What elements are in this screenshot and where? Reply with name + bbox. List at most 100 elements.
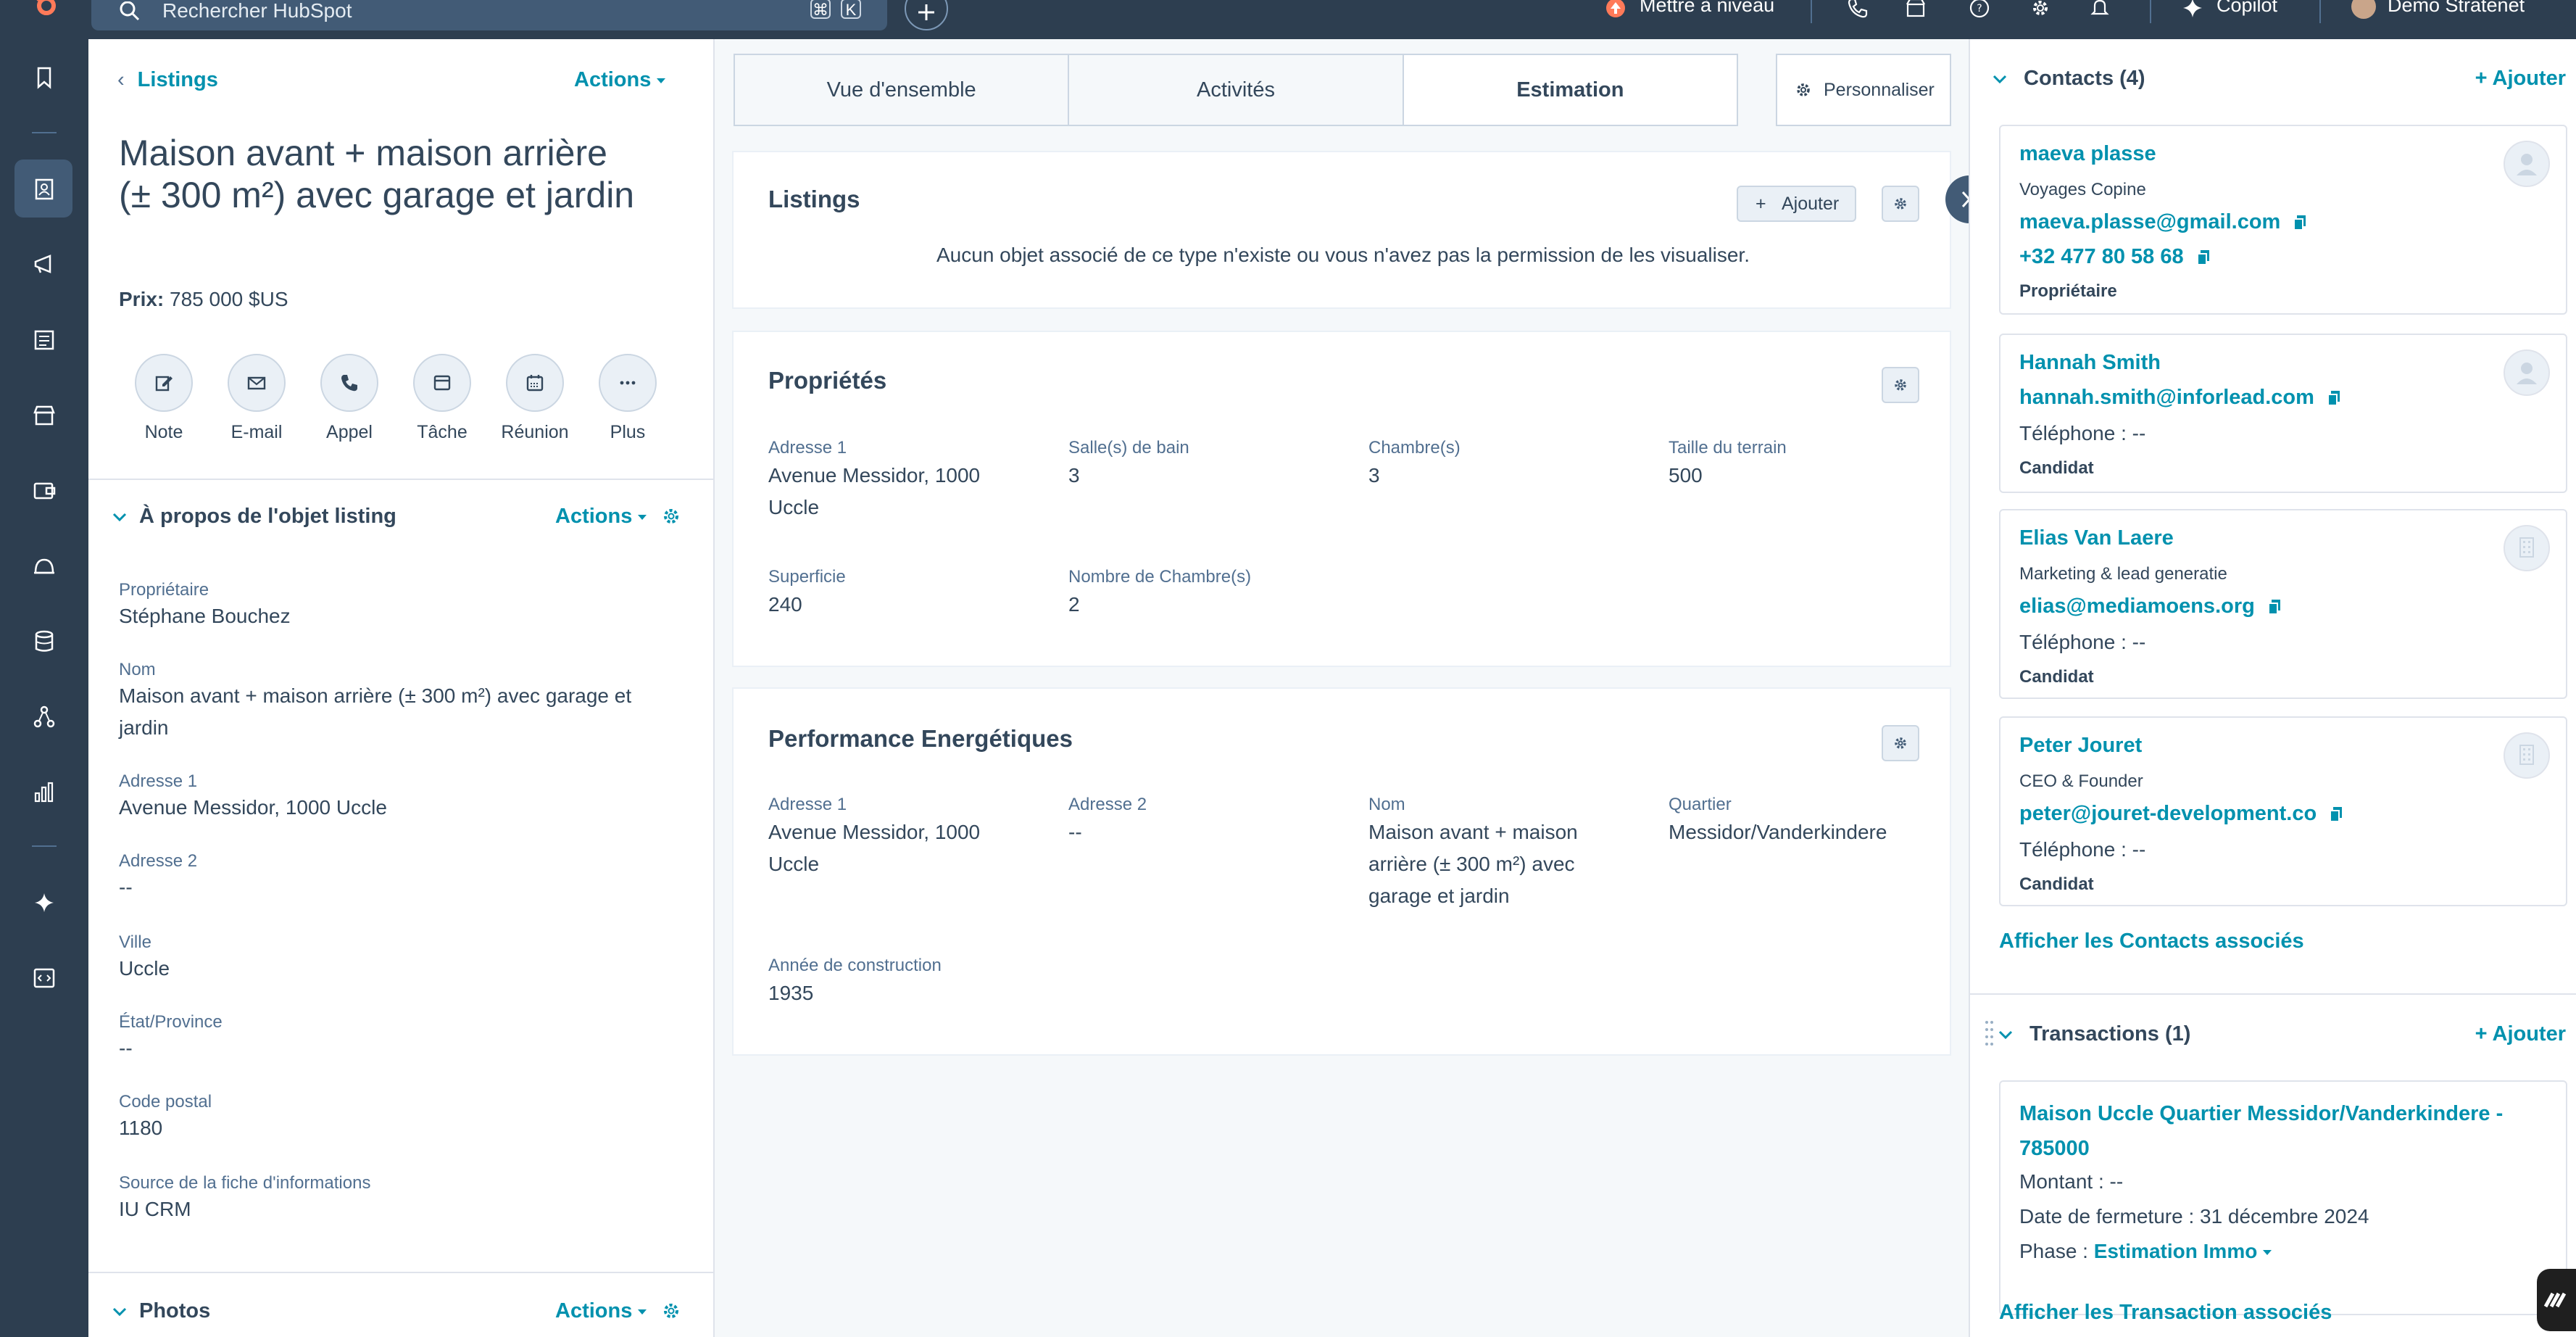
tab-overview[interactable]: Vue d'ensemble bbox=[735, 55, 1070, 125]
contact-name-link[interactable]: Elias Van Laere bbox=[2019, 526, 2174, 550]
contact-card[interactable]: Peter Jouret CEO & Founder peter@jouret-… bbox=[1999, 716, 2567, 906]
contacts-crm-icon[interactable] bbox=[29, 174, 59, 204]
copy-icon[interactable] bbox=[2196, 249, 2210, 266]
field-name-value[interactable]: Maison avant + maison arrière (± 300 m²)… bbox=[1368, 816, 1615, 912]
top-navigation-bar: ⌘ K Mettre à niveau ? Copilot Demo Strat… bbox=[0, 0, 2576, 39]
copy-icon[interactable] bbox=[2327, 390, 2340, 407]
photos-settings-gear-icon[interactable] bbox=[661, 1301, 681, 1321]
field-address1-value[interactable]: Avenue Messidor, 1000 Uccle bbox=[768, 460, 1015, 523]
meeting-action-button[interactable]: Réunion bbox=[491, 354, 578, 443]
tab-estimation[interactable]: Estimation bbox=[1403, 55, 1737, 125]
marketplace-icon[interactable] bbox=[1905, 0, 1927, 19]
field-area-value[interactable]: 240 bbox=[768, 589, 802, 621]
phone-icon[interactable] bbox=[1847, 0, 1869, 19]
customize-tabs-button[interactable]: Personnaliser bbox=[1776, 54, 1951, 126]
caret-down-icon bbox=[2263, 1250, 2272, 1256]
add-deal-button[interactable]: + Ajouter bbox=[2475, 1022, 2566, 1046]
record-actions-dropdown[interactable]: Actions bbox=[574, 68, 666, 92]
view-associated-deals-link[interactable]: Afficher les Transaction associés bbox=[1999, 1301, 2405, 1325]
about-settings-gear-icon[interactable] bbox=[661, 506, 681, 526]
contact-email-link[interactable]: maeva.plasse@gmail.com bbox=[2019, 210, 2280, 233]
empty-state-message: Aucun objet associé de ce type n'existe … bbox=[936, 244, 1750, 266]
property-source-value[interactable]: IU CRM bbox=[119, 1193, 670, 1225]
contact-card[interactable]: maeva plasse Voyages Copine maeva.plasse… bbox=[1999, 125, 2567, 315]
contact-name-link[interactable]: Hannah Smith bbox=[2019, 351, 2161, 375]
field-construction-year-value[interactable]: 1935 bbox=[768, 977, 813, 1009]
task-action-button[interactable]: Tâche bbox=[399, 354, 486, 443]
contacts-section-toggle[interactable]: Contacts (4) bbox=[1992, 67, 2145, 91]
content-icon[interactable] bbox=[29, 325, 59, 355]
field-neighborhood-value[interactable]: Messidor/Vanderkindere bbox=[1669, 816, 1887, 848]
settings-gear-icon[interactable] bbox=[2029, 0, 2051, 19]
property-owner-value[interactable]: Stéphane Bouchez bbox=[119, 600, 670, 632]
property-address1-value[interactable]: Avenue Messidor, 1000 Uccle bbox=[119, 792, 670, 824]
field-land-size-value[interactable]: 500 bbox=[1669, 460, 1703, 492]
email-action-button[interactable]: E-mail bbox=[213, 354, 300, 443]
contact-card[interactable]: Elias Van Laere Marketing & lead generat… bbox=[1999, 509, 2567, 699]
card-settings-gear-icon[interactable] bbox=[1882, 725, 1919, 761]
contact-name-link[interactable]: Peter Jouret bbox=[2019, 734, 2142, 758]
photos-section-toggle[interactable]: Photos bbox=[112, 1299, 210, 1323]
data-management-icon[interactable] bbox=[29, 626, 59, 657]
more-actions-button[interactable]: Plus bbox=[584, 354, 671, 443]
user-avatar[interactable] bbox=[2351, 0, 2376, 19]
property-state-value[interactable]: -- bbox=[119, 1032, 670, 1064]
chat-launcher-button[interactable] bbox=[2537, 1269, 2576, 1331]
add-listing-button[interactable]: + Ajouter bbox=[1737, 186, 1857, 222]
caret-down-icon bbox=[657, 78, 666, 83]
hubspot-logo[interactable] bbox=[26, 0, 64, 29]
card-settings-gear-icon[interactable] bbox=[1882, 367, 1919, 403]
deal-card[interactable]: Maison Uccle Quartier Messidor/Vanderkin… bbox=[1999, 1080, 2567, 1315]
deal-name-link[interactable]: Maison Uccle Quartier Messidor/Vanderkin… bbox=[2019, 1096, 2548, 1166]
field-bathrooms-value[interactable]: 3 bbox=[1068, 460, 1080, 492]
contact-email-link[interactable]: elias@mediamoens.org bbox=[2019, 595, 2255, 618]
deal-phase-dropdown[interactable]: Estimation Immo bbox=[2094, 1240, 2272, 1262]
contact-card[interactable]: Hannah Smith hannah.smith@inforlead.com … bbox=[1999, 334, 2567, 493]
card-settings-gear-icon[interactable] bbox=[1882, 186, 1919, 222]
property-name-value[interactable]: Maison avant + maison arrière (± 300 m²)… bbox=[119, 680, 670, 744]
breeze-ai-sparkle-icon[interactable] bbox=[29, 887, 59, 918]
reporting-chart-icon[interactable] bbox=[29, 777, 59, 808]
record-title[interactable]: Maison avant + maison arrière (± 300 m²)… bbox=[119, 132, 641, 216]
add-contact-button[interactable]: + Ajouter bbox=[2475, 67, 2566, 91]
property-city-value[interactable]: Uccle bbox=[119, 953, 670, 985]
field-address1-value[interactable]: Avenue Messidor, 1000 Uccle bbox=[768, 816, 1015, 880]
contact-email-link[interactable]: hannah.smith@inforlead.com bbox=[2019, 386, 2314, 409]
account-menu[interactable]: Demo Stratenet bbox=[2388, 0, 2525, 17]
field-bedroom-count-value[interactable]: 2 bbox=[1068, 589, 1080, 621]
property-postal-code-value[interactable]: 1180 bbox=[119, 1112, 670, 1144]
tab-activities[interactable]: Activités bbox=[1069, 55, 1404, 125]
developer-code-icon[interactable] bbox=[29, 963, 59, 993]
help-icon[interactable]: ? bbox=[1969, 0, 1990, 19]
service-icon[interactable] bbox=[29, 551, 59, 581]
call-action-button[interactable]: Appel bbox=[306, 354, 393, 443]
deals-section-toggle[interactable]: Transactions (1) bbox=[1998, 1022, 2190, 1046]
copy-icon[interactable] bbox=[2293, 215, 2306, 231]
property-address2-value[interactable]: -- bbox=[119, 872, 670, 903]
notifications-bell-icon[interactable] bbox=[2089, 0, 2111, 19]
upgrade-link[interactable]: Mettre à niveau bbox=[1640, 0, 1774, 17]
search-bar[interactable]: ⌘ K bbox=[91, 0, 887, 30]
copilot-button[interactable]: Copilot bbox=[2216, 0, 2277, 17]
search-input[interactable] bbox=[161, 0, 671, 26]
field-address2-value[interactable]: -- bbox=[1068, 816, 1082, 848]
marketing-megaphone-icon[interactable] bbox=[29, 249, 59, 280]
copy-icon[interactable] bbox=[2330, 806, 2343, 823]
note-action-button[interactable]: Note bbox=[120, 354, 207, 443]
view-associated-contacts-link[interactable]: Afficher les Contacts associés bbox=[1999, 930, 2405, 953]
payments-icon[interactable] bbox=[29, 476, 59, 506]
field-bedrooms-value[interactable]: 3 bbox=[1368, 460, 1380, 492]
contact-name-link[interactable]: maeva plasse bbox=[2019, 142, 2156, 166]
about-actions-dropdown[interactable]: Actions bbox=[555, 505, 647, 529]
copy-icon[interactable] bbox=[2267, 599, 2281, 616]
photos-actions-dropdown[interactable]: Actions bbox=[555, 1299, 647, 1323]
back-to-listings-link[interactable]: ‹ Listings bbox=[117, 68, 218, 92]
commerce-store-icon[interactable] bbox=[29, 400, 59, 431]
create-new-button[interactable] bbox=[905, 0, 948, 30]
about-section-toggle[interactable]: À propos de l'objet listing bbox=[112, 505, 396, 529]
bookmark-icon[interactable] bbox=[29, 62, 59, 93]
contact-email-link[interactable]: peter@jouret-development.co bbox=[2019, 802, 2317, 825]
automation-icon[interactable] bbox=[29, 702, 59, 732]
contact-phone-link[interactable]: +32 477 80 58 68 bbox=[2019, 245, 2184, 268]
drag-handle-icon[interactable] bbox=[1985, 1019, 1995, 1048]
